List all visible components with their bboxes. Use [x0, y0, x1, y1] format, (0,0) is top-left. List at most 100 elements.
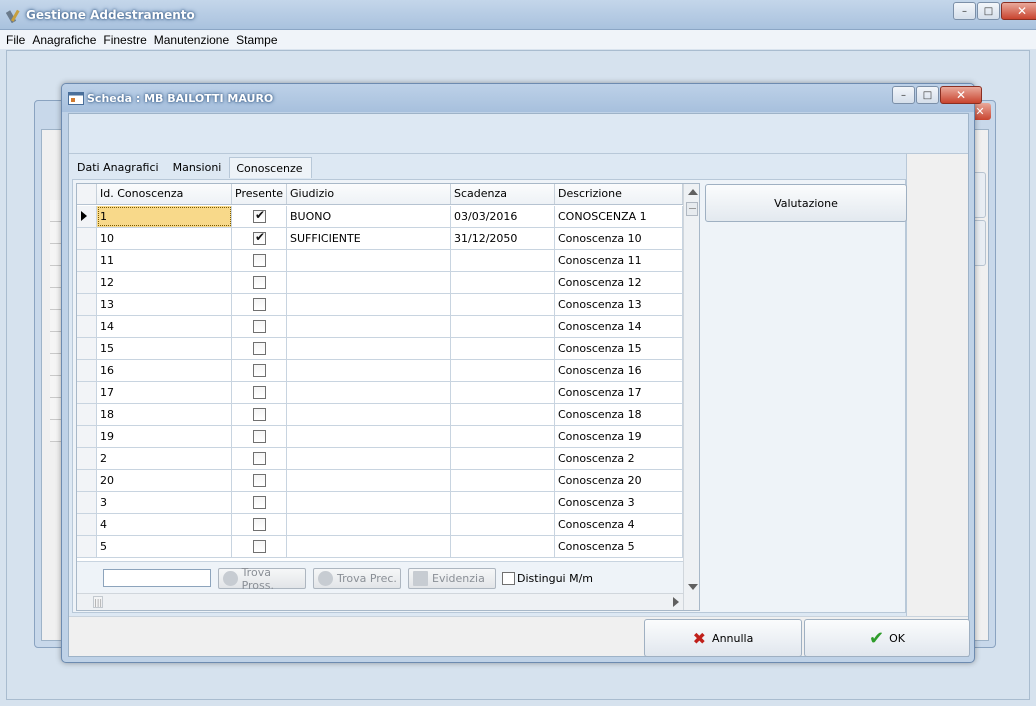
cell-scadenza[interactable] [451, 294, 555, 315]
column-header-giudizio[interactable]: Giudizio [287, 184, 451, 204]
cell-descrizione[interactable]: Conoscenza 18 [555, 404, 683, 425]
cell-giudizio[interactable]: BUONO [287, 206, 451, 227]
cell-scadenza[interactable] [451, 338, 555, 359]
cell-id-conoscenza[interactable]: 2 [97, 448, 232, 469]
cell-scadenza[interactable]: 03/03/2016 [451, 206, 555, 227]
cell-scadenza[interactable] [451, 382, 555, 403]
cell-giudizio[interactable] [287, 404, 451, 425]
row-indicator[interactable] [77, 382, 97, 403]
presente-checkbox[interactable] [253, 342, 266, 355]
maximize-icon[interactable]: □ [916, 86, 939, 104]
cell-giudizio[interactable] [287, 250, 451, 271]
presente-checkbox[interactable] [253, 230, 266, 245]
cell-id-conoscenza[interactable]: 11 [97, 250, 232, 271]
table-row[interactable]: 3 Conoscenza 3 [77, 492, 683, 514]
cell-descrizione[interactable]: Conoscenza 3 [555, 492, 683, 513]
cell-scadenza[interactable] [451, 470, 555, 491]
tab-mansioni[interactable]: Mansioni [167, 157, 230, 178]
presente-checkbox[interactable] [253, 386, 266, 399]
cell-scadenza[interactable] [451, 404, 555, 425]
cell-giudizio[interactable] [287, 470, 451, 491]
table-row[interactable]: 15 Conoscenza 15 [77, 338, 683, 360]
cell-descrizione[interactable]: Conoscenza 5 [555, 536, 683, 557]
presente-checkbox[interactable] [253, 452, 266, 465]
cell-scadenza[interactable] [451, 272, 555, 293]
table-row[interactable]: 1 BUONO03/03/2016CONOSCENZA 1 [77, 206, 683, 228]
cell-scadenza[interactable] [451, 250, 555, 271]
cell-scadenza[interactable]: 31/12/2050 [451, 228, 555, 249]
column-header-descrizione[interactable]: Descrizione [555, 184, 683, 204]
menu-file[interactable]: File [6, 33, 25, 47]
presente-checkbox[interactable] [253, 254, 266, 267]
menu-finestre[interactable]: Finestre [103, 33, 146, 47]
table-row[interactable]: 12 Conoscenza 12 [77, 272, 683, 294]
tab-conoscenze[interactable]: Conoscenze [229, 157, 312, 178]
cell-descrizione[interactable]: Conoscenza 10 [555, 228, 683, 249]
cell-descrizione[interactable]: Conoscenza 19 [555, 426, 683, 447]
cell-descrizione[interactable]: Conoscenza 13 [555, 294, 683, 315]
table-row[interactable]: 13 Conoscenza 13 [77, 294, 683, 316]
cell-descrizione[interactable]: Conoscenza 20 [555, 470, 683, 491]
vertical-scroll-thumb[interactable] [686, 202, 698, 216]
tab-dati-anagrafici[interactable]: Dati Anagrafici [71, 157, 167, 178]
row-indicator[interactable] [77, 316, 97, 337]
presente-checkbox[interactable] [253, 474, 266, 487]
table-row[interactable]: 20 Conoscenza 20 [77, 470, 683, 492]
presente-checkbox[interactable] [253, 540, 266, 553]
table-row[interactable]: 16 Conoscenza 16 [77, 360, 683, 382]
table-row[interactable]: 18 Conoscenza 18 [77, 404, 683, 426]
cell-giudizio[interactable] [287, 272, 451, 293]
presente-checkbox[interactable] [253, 208, 266, 223]
row-indicator[interactable] [77, 404, 97, 425]
cell-id-conoscenza[interactable]: 14 [97, 316, 232, 337]
cell-giudizio[interactable] [287, 492, 451, 513]
ok-button[interactable]: ✔ OK [804, 619, 970, 657]
cell-descrizione[interactable]: Conoscenza 12 [555, 272, 683, 293]
table-row[interactable]: 17 Conoscenza 17 [77, 382, 683, 404]
cell-descrizione[interactable]: Conoscenza 2 [555, 448, 683, 469]
cell-giudizio[interactable] [287, 360, 451, 381]
menu-stampe[interactable]: Stampe [236, 33, 277, 47]
valutazione-button[interactable]: Valutazione [705, 184, 907, 222]
cell-id-conoscenza[interactable]: 5 [97, 536, 232, 557]
cell-descrizione[interactable]: Conoscenza 4 [555, 514, 683, 535]
row-indicator[interactable] [77, 272, 97, 293]
row-indicator[interactable] [77, 514, 97, 535]
presente-checkbox[interactable] [253, 518, 266, 531]
row-indicator[interactable] [77, 360, 97, 381]
table-row[interactable]: 2 Conoscenza 2 [77, 448, 683, 470]
row-indicator[interactable] [77, 294, 97, 315]
cell-giudizio[interactable]: SUFFICIENTE [287, 228, 451, 249]
cell-descrizione[interactable]: Conoscenza 17 [555, 382, 683, 403]
table-row[interactable]: 11 Conoscenza 11 [77, 250, 683, 272]
presente-checkbox[interactable] [253, 276, 266, 289]
cell-id-conoscenza[interactable]: 10 [97, 228, 232, 249]
cell-id-conoscenza[interactable]: 4 [97, 514, 232, 535]
cell-id-conoscenza[interactable]: 13 [97, 294, 232, 315]
scroll-down-icon[interactable] [688, 584, 698, 590]
cell-scadenza[interactable] [451, 492, 555, 513]
cell-scadenza[interactable] [451, 514, 555, 535]
row-indicator[interactable] [77, 448, 97, 469]
cell-scadenza[interactable] [451, 536, 555, 557]
table-row[interactable]: 4 Conoscenza 4 [77, 514, 683, 536]
cell-id-conoscenza[interactable]: 17 [97, 382, 232, 403]
cell-giudizio[interactable] [287, 382, 451, 403]
distingui-checkbox-box[interactable] [502, 572, 515, 585]
cell-giudizio[interactable] [287, 448, 451, 469]
presente-checkbox[interactable] [253, 496, 266, 509]
cell-scadenza[interactable] [451, 360, 555, 381]
cell-giudizio[interactable] [287, 514, 451, 535]
row-indicator[interactable] [77, 492, 97, 513]
cell-id-conoscenza[interactable]: 18 [97, 404, 232, 425]
maximize-icon[interactable]: □ [977, 2, 1000, 20]
column-header-scadenza[interactable]: Scadenza [451, 184, 555, 204]
column-header-id[interactable]: Id. Conoscenza [97, 184, 232, 204]
presente-checkbox[interactable] [253, 320, 266, 333]
row-indicator[interactable] [77, 426, 97, 447]
column-header-presente[interactable]: Presente [232, 184, 287, 204]
presente-checkbox[interactable] [253, 408, 266, 421]
cell-descrizione[interactable]: Conoscenza 15 [555, 338, 683, 359]
table-row[interactable]: 5 Conoscenza 5 [77, 536, 683, 558]
cell-descrizione[interactable]: Conoscenza 16 [555, 360, 683, 381]
